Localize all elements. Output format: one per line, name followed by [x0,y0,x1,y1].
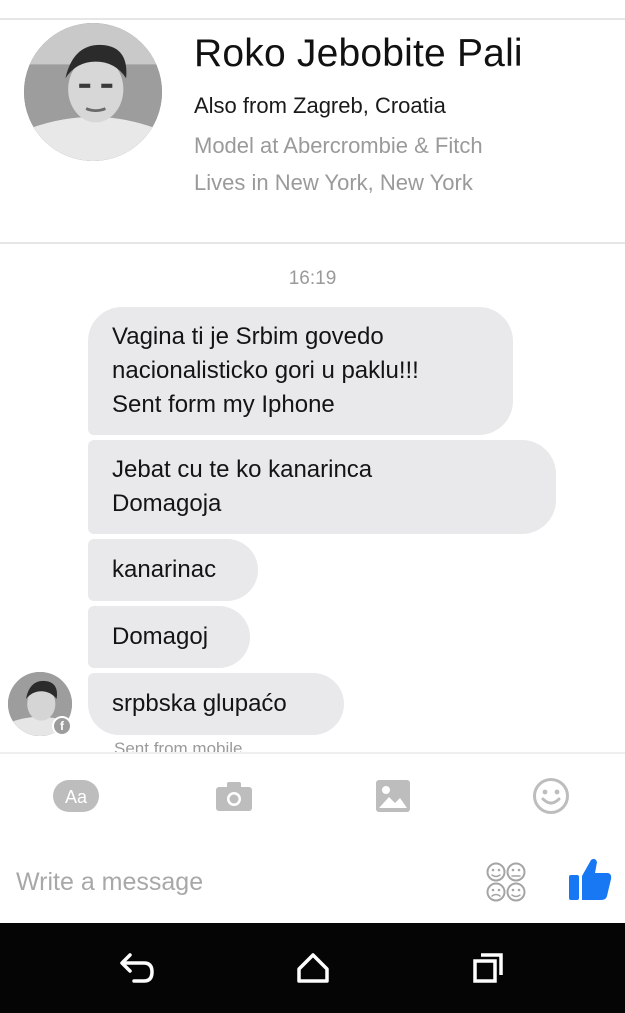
emoji-icon [533,778,569,814]
message-bubble[interactable]: srpbska glupaćo [88,673,344,735]
message-line: Vagina ti je Srbim govedo [112,323,384,350]
message-timestamp: 16:19 [288,268,337,289]
recent-apps-button[interactable] [465,947,511,989]
gallery-button[interactable] [369,772,417,820]
home-button[interactable] [290,947,336,989]
message-line: nacionalisticko gori u paklu!!! [112,357,419,384]
message-bubble[interactable]: Jebat cu te ko kanarinca Domagoja [88,440,556,534]
back-icon [120,953,154,983]
home-icon [297,953,329,983]
message-bubble[interactable]: Vagina ti je Srbim govedo nacionalistick… [88,307,513,435]
message-line: Sent form my Iphone [112,391,335,418]
text-format-icon: Aa [53,780,99,812]
sender-avatar[interactable]: f [8,672,72,736]
image-icon [376,780,410,812]
emoji-button[interactable] [527,772,575,820]
message-line: Domagoja [112,490,222,517]
sticker-icon [486,862,526,902]
android-nav-bar [0,923,625,1013]
profile-name: Roko Jebobite Pali [194,32,523,75]
text-format-label: Aa [65,787,88,807]
message-bubble[interactable]: Domagoj [88,606,250,668]
back-button[interactable] [115,947,161,989]
recent-apps-icon [473,953,503,983]
message-bubble[interactable]: kanarinac [88,539,258,601]
like-button[interactable] [565,854,615,904]
message-line: srpbska glupaćo [112,690,287,717]
text-format-button[interactable]: Aa [52,772,100,820]
profile-location: Lives in New York, New York [194,170,473,195]
profile-divider [0,242,625,244]
profile-header: Roko Jebobite Pali Also from Zagreb, Cro… [0,20,625,244]
toolbar-divider [0,752,625,754]
camera-icon [216,782,252,811]
profile-work: Model at Abercrombie & Fitch [194,133,483,158]
message-input[interactable] [16,862,436,902]
message-line: Domagoj [112,623,209,650]
sticker-button[interactable] [484,860,528,904]
composer-toolbar: Aa [0,772,625,822]
profile-avatar[interactable] [24,23,162,161]
thumbs-up-icon [569,858,612,900]
message-line: Jebat cu te ko kanarinca [112,456,373,483]
profile-hometown: Also from Zagreb, Croatia [194,93,446,118]
camera-button[interactable] [210,772,258,820]
sent-status-text: Sent from mobile [114,739,243,752]
facebook-badge-icon: f [52,716,72,736]
sent-status: Sent from mobile [114,738,414,752]
message-line: kanarinac [112,556,217,583]
message-composer [0,850,625,916]
profile-photo-icon [24,23,162,161]
